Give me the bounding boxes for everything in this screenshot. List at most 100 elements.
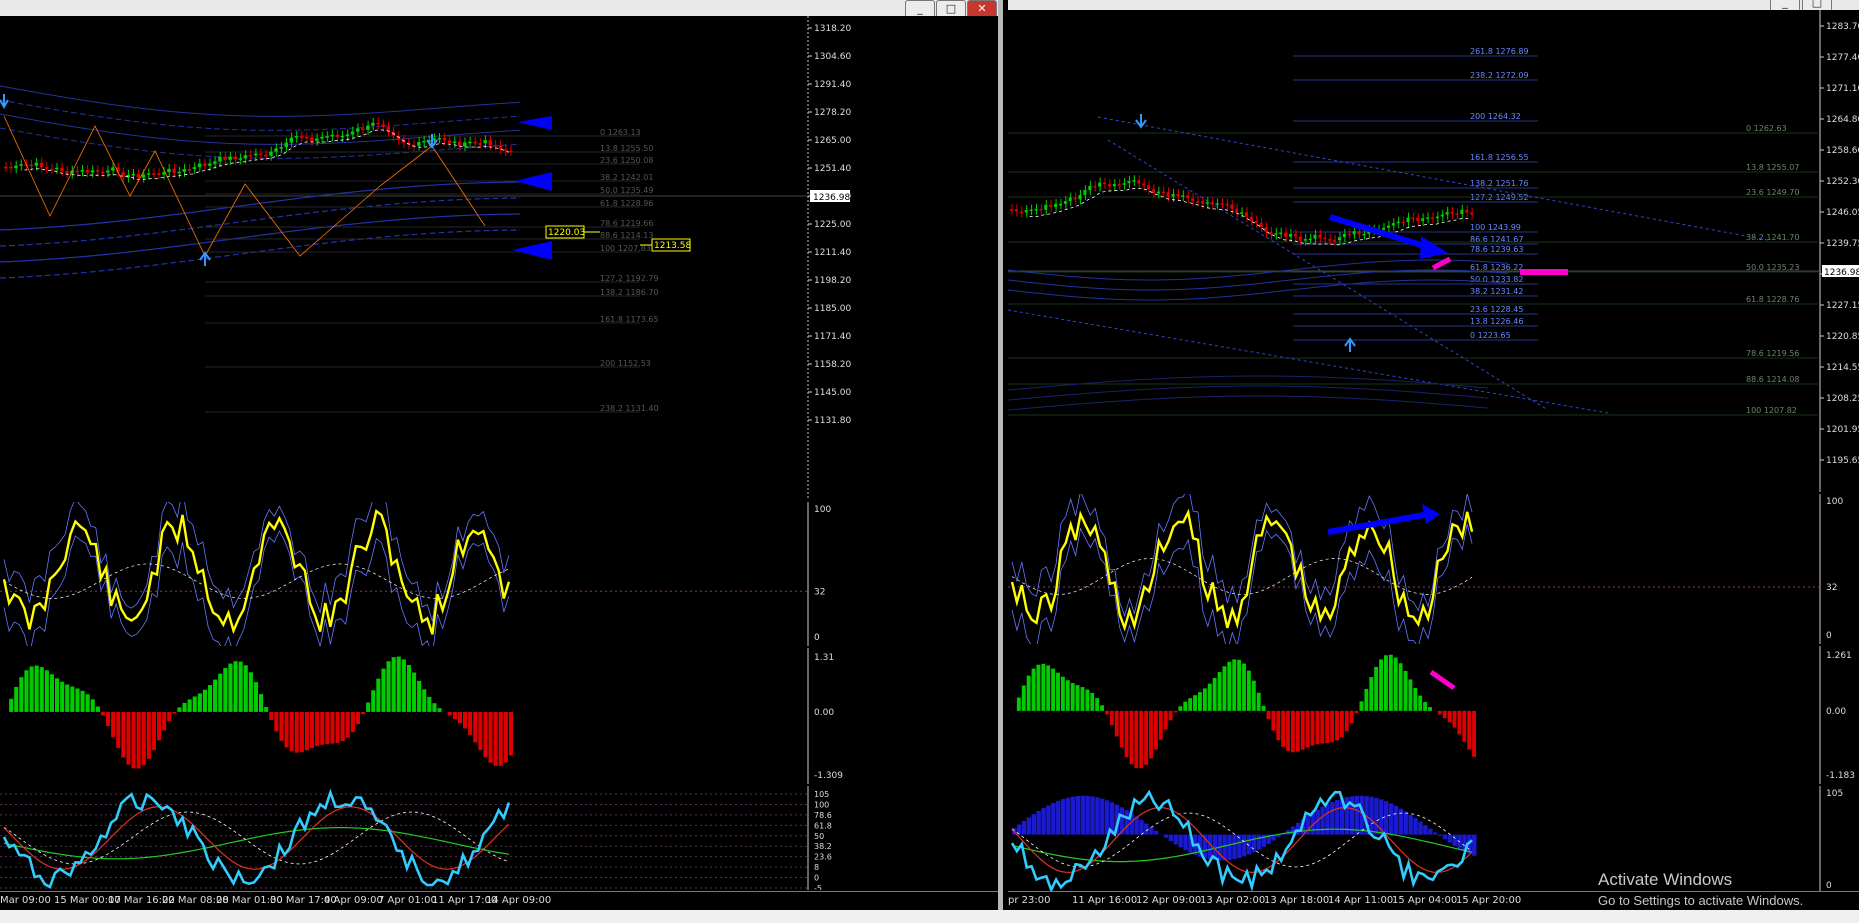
osma-bar-negative bbox=[279, 711, 284, 741]
osma-bar-positive bbox=[90, 699, 95, 712]
stoch-histogram-bar bbox=[1041, 808, 1046, 835]
candle-body bbox=[248, 155, 253, 157]
fib-level-label: 61.8 1228.96 bbox=[600, 199, 653, 208]
right-rsi-pane[interactable]: 100 32 0 bbox=[1008, 494, 1859, 644]
price-tick: 1171.40 bbox=[814, 332, 851, 342]
candle-body bbox=[1196, 201, 1199, 203]
right-title-bar[interactable]: _ □ bbox=[1008, 0, 1859, 12]
fib-level-label: 23.6 1249.70 bbox=[1746, 188, 1799, 197]
candle-body bbox=[1357, 231, 1361, 235]
time-label: Mar 09:00 bbox=[0, 895, 51, 906]
candle-body bbox=[1107, 184, 1111, 187]
osma-bar-positive bbox=[1388, 654, 1393, 711]
time-label: 7 Apr 01:00 bbox=[378, 895, 437, 906]
time-label: 14 Apr 09:00 bbox=[486, 895, 552, 906]
price-tick: 1198.20 bbox=[814, 276, 851, 286]
right-price-chart[interactable]: 1283.70 1277.40 1271.10 1264.80 1258.60 1252.… bbox=[1008, 10, 1859, 492]
stoch-histogram-bar bbox=[1183, 834, 1188, 851]
fib-level-label: 100 1243.99 bbox=[1470, 223, 1521, 232]
osma-bar-positive bbox=[223, 668, 228, 712]
price-tick: 1265.00 bbox=[814, 136, 851, 146]
candle-body bbox=[1117, 184, 1121, 186]
candle-body bbox=[213, 161, 217, 164]
candle-body bbox=[1205, 202, 1209, 204]
osma-bar-negative bbox=[146, 711, 151, 759]
scale-label: 1.261 bbox=[1826, 651, 1852, 661]
left-price-chart[interactable]: 1318.20 1304.60 1291.40 1278.20 1265.00 1251.… bbox=[0, 16, 998, 500]
scale-label: -1.183 bbox=[1826, 771, 1855, 781]
candle-body bbox=[345, 134, 350, 137]
candle-body bbox=[1049, 204, 1053, 208]
candle-body bbox=[442, 138, 447, 141]
stoch-histogram-bar bbox=[1046, 805, 1051, 835]
osma-bar-negative bbox=[121, 711, 126, 758]
time-label: 15 Apr 20:00 bbox=[1456, 895, 1522, 906]
osma-bar-negative bbox=[1442, 710, 1447, 719]
candle-body bbox=[1156, 191, 1160, 194]
stoch-histogram-bar bbox=[1452, 834, 1457, 846]
left-title-bar[interactable]: _ □ ✕ bbox=[0, 0, 998, 18]
candle-body bbox=[1284, 232, 1288, 237]
left-stochastic-pane[interactable]: 105100 78.661.8 5038.2 23.68 0-5 bbox=[0, 786, 998, 890]
price-tick: 1246.05 bbox=[1826, 208, 1859, 218]
osma-bar-negative bbox=[126, 711, 131, 765]
osma-bar-negative bbox=[1339, 710, 1344, 738]
left-rsi-pane[interactable]: 100 32 0 bbox=[0, 502, 998, 646]
scale-label: 38.2 bbox=[814, 842, 832, 851]
candle-body bbox=[95, 170, 100, 172]
osma-bar-positive bbox=[182, 702, 187, 712]
candle-body bbox=[1264, 227, 1268, 232]
stoch-histogram-bar bbox=[1369, 796, 1374, 835]
osma-bar-positive bbox=[1369, 677, 1374, 711]
osma-bar-negative bbox=[1173, 710, 1178, 713]
osma-bar-negative bbox=[335, 711, 340, 743]
fib-level-label: 0 1263.13 bbox=[600, 128, 641, 137]
osma-bar-positive bbox=[238, 661, 243, 712]
osma-bar-positive bbox=[1423, 702, 1428, 711]
osma-bar-positive bbox=[417, 680, 422, 712]
osma-bar-positive bbox=[192, 696, 197, 712]
left-time-axis: Mar 09:00 15 Mar 00:00 17 Mar 16:00 22 Mar … bbox=[0, 891, 998, 910]
price-tick: 1239.75 bbox=[1826, 239, 1859, 249]
candle-body bbox=[44, 167, 49, 169]
osma-bar-positive bbox=[1256, 692, 1261, 711]
candle-body bbox=[131, 173, 135, 176]
left-osma-pane[interactable]: 1.31 0.00 -1.309 bbox=[0, 648, 998, 784]
osma-bar-negative bbox=[473, 711, 478, 743]
osma-bar-positive bbox=[49, 674, 54, 712]
candle-body bbox=[1083, 190, 1087, 195]
candle-body bbox=[1313, 234, 1317, 239]
osma-bar-negative bbox=[141, 711, 146, 766]
candle-body bbox=[65, 171, 69, 174]
stoch-histogram-bar bbox=[1418, 821, 1423, 835]
price-tick: 1264.80 bbox=[1826, 115, 1859, 125]
candle-body bbox=[1088, 185, 1092, 191]
candle-body bbox=[1019, 211, 1023, 214]
scale-label: 23.6 bbox=[814, 853, 832, 862]
price-tick: 1283.70 bbox=[1826, 22, 1859, 32]
fib-level-label: 38.2 1242.01 bbox=[600, 173, 653, 182]
candle-body bbox=[208, 163, 212, 166]
candle-body bbox=[228, 156, 232, 160]
left-chart-window[interactable]: _ □ ✕ 1318.20 1304.60 1291.40 1278.20 1265.0… bbox=[0, 0, 1003, 910]
osma-bar-positive bbox=[1384, 655, 1388, 711]
fib-level-label: 38.2 1231.42 bbox=[1470, 287, 1523, 296]
fib-level-label: 138.2 1251.76 bbox=[1470, 179, 1529, 188]
right-osma-pane[interactable]: 1.261 0.00 -1.183 bbox=[1008, 646, 1859, 784]
osma-bar-negative bbox=[330, 711, 335, 744]
candle-body bbox=[202, 163, 207, 166]
candle-body bbox=[106, 170, 110, 173]
candle-body bbox=[1440, 214, 1444, 217]
price-tick: 1211.40 bbox=[814, 248, 851, 258]
osma-bar-positive bbox=[1065, 680, 1070, 711]
candle-body bbox=[381, 124, 385, 127]
osma-bar-positive bbox=[371, 690, 376, 712]
osma-bar-negative bbox=[310, 711, 315, 749]
candle-body bbox=[284, 142, 288, 148]
stoch-histogram-bar bbox=[1026, 817, 1032, 835]
right-chart-window[interactable]: _ □ 1283.701277.401271.101264.801258.601… bbox=[1008, 0, 1859, 910]
candle-body bbox=[1382, 227, 1385, 230]
candle-body bbox=[1161, 191, 1165, 194]
candle-body bbox=[483, 140, 487, 144]
stoch-histogram-bar bbox=[1065, 797, 1071, 835]
